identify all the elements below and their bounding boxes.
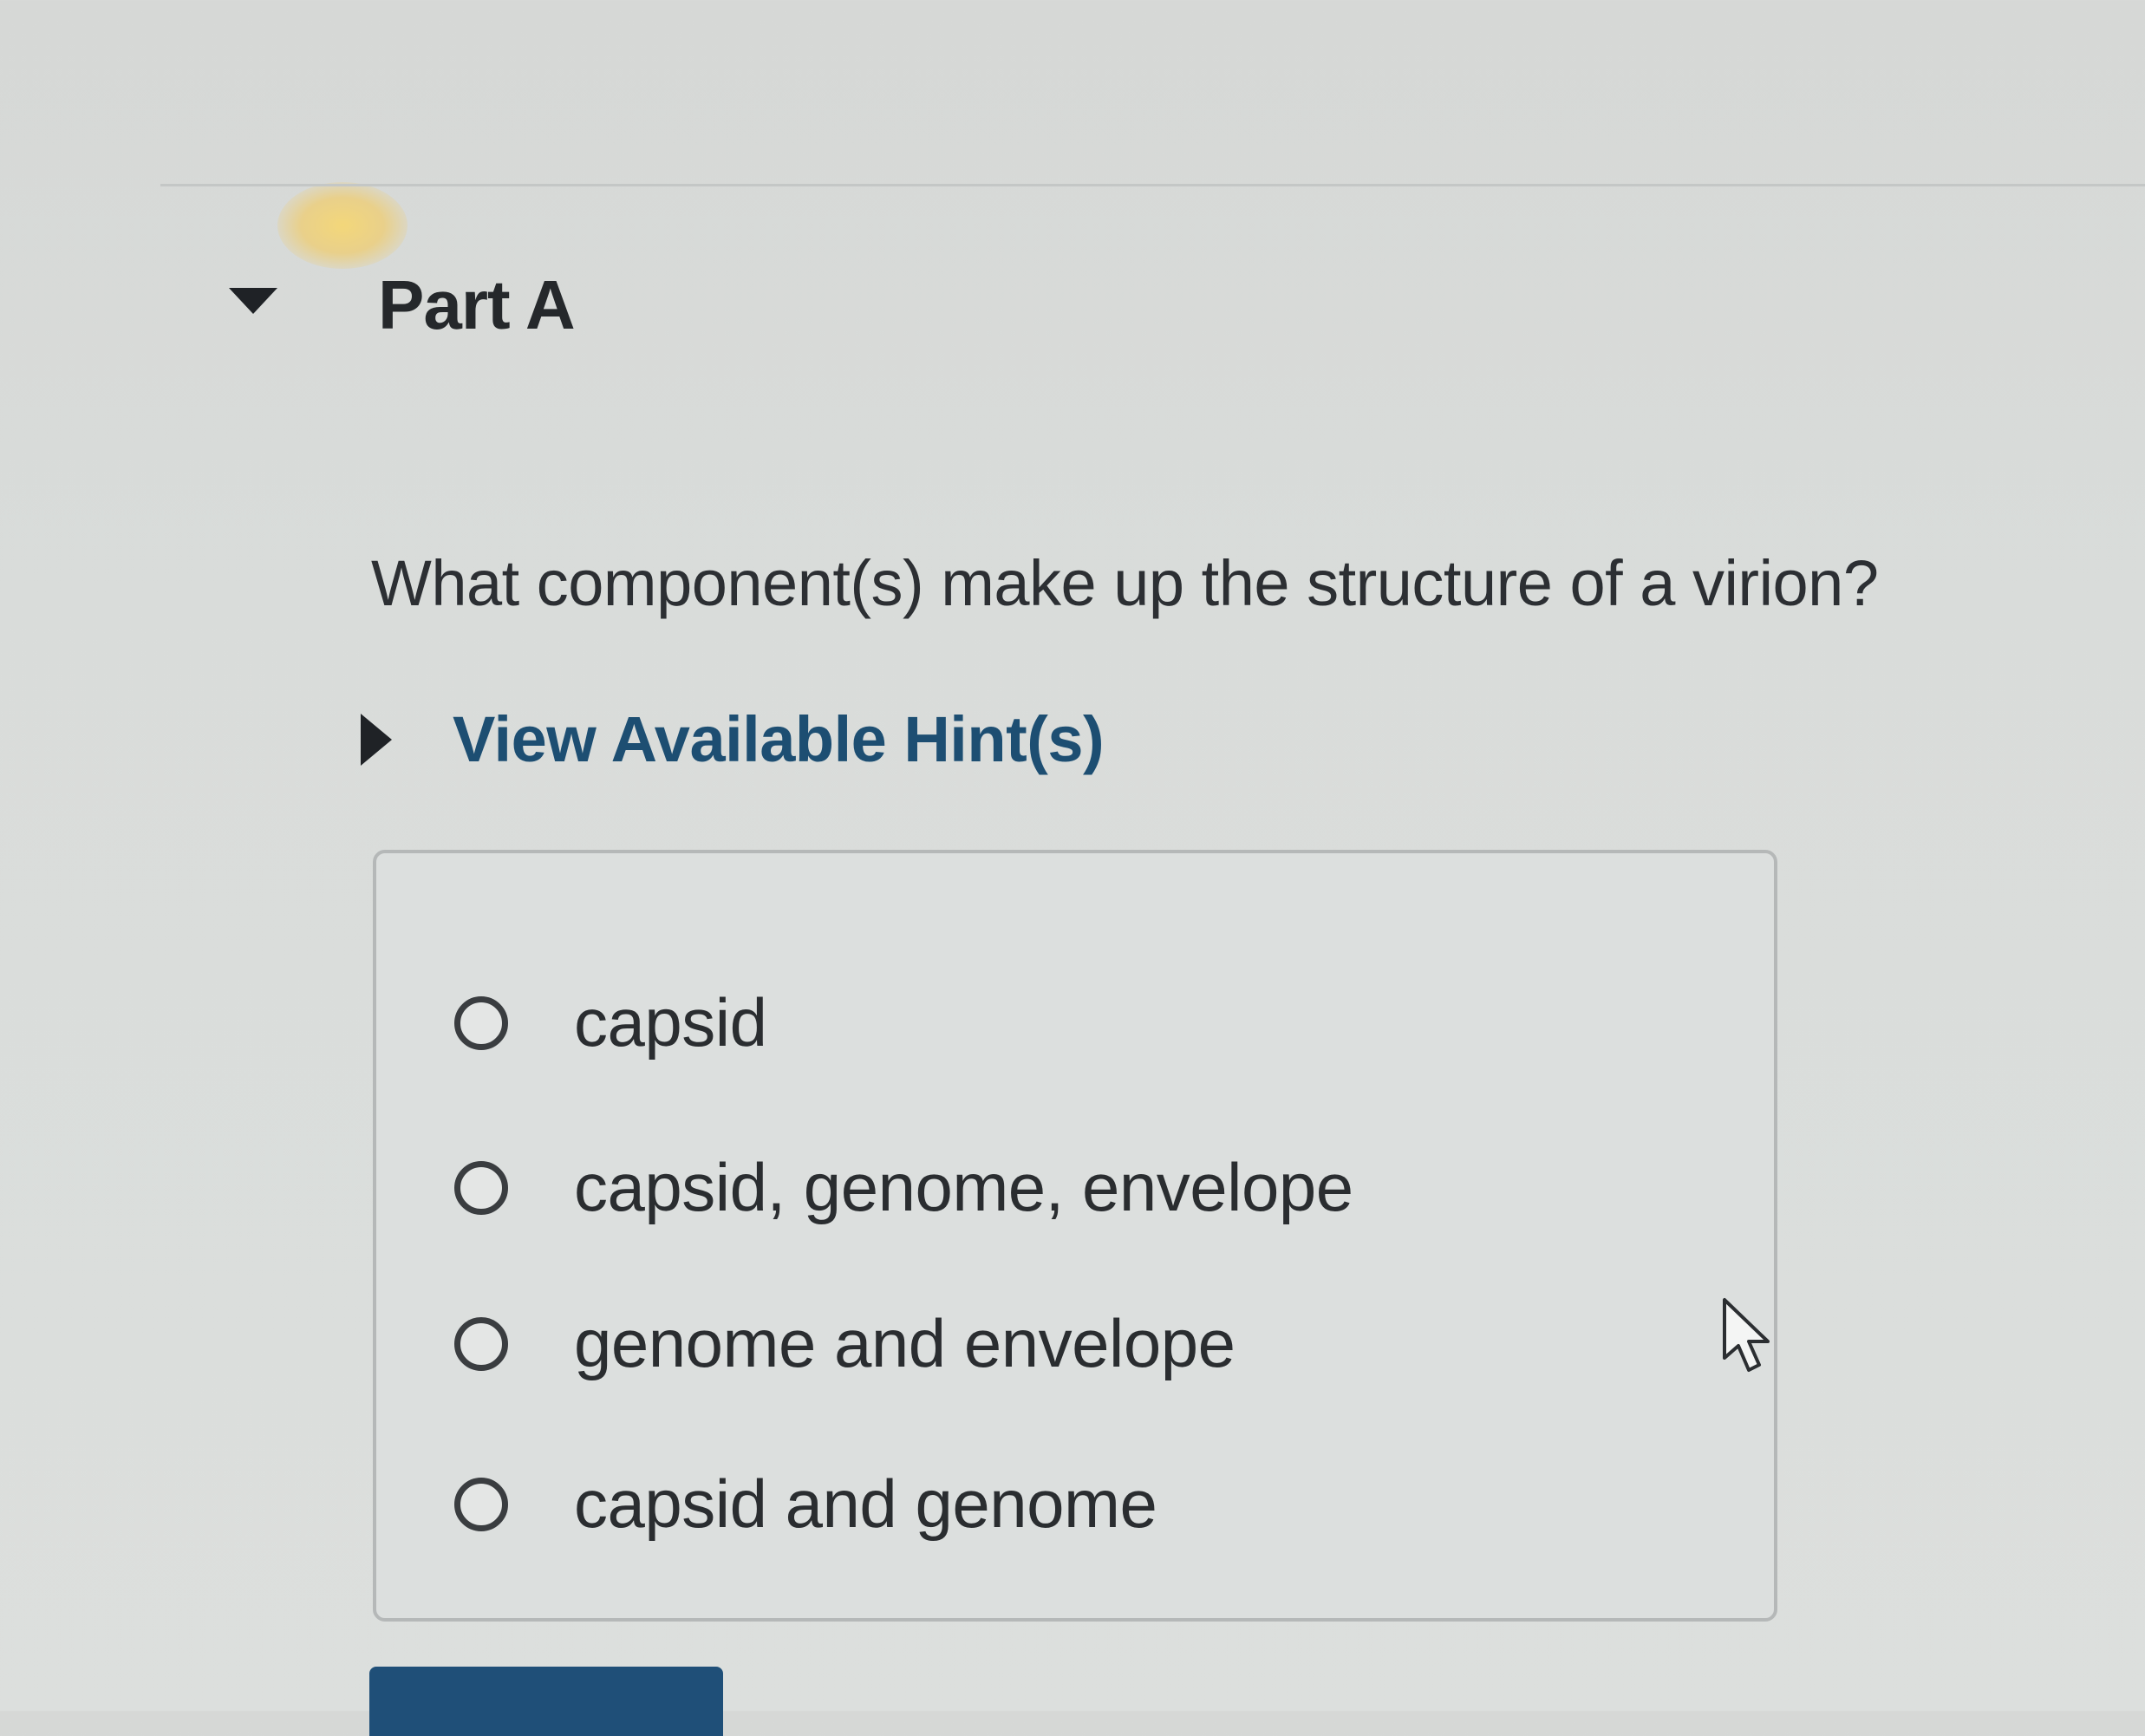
option-label: capsid [574,984,767,1061]
radio-button[interactable] [454,995,508,1050]
mouse-pointer-icon [1723,1298,1770,1372]
answer-option-capsid-and-genome[interactable]: capsid and genome [454,1465,1157,1543]
answer-option-capsid[interactable]: capsid [454,983,767,1062]
radio-button[interactable] [454,1477,508,1531]
question-text: What component(s) make up the structure … [371,547,1879,619]
light-glare [277,182,407,269]
caret-right-icon [361,713,392,766]
radio-button[interactable] [454,1160,508,1215]
view-hints-toggle[interactable]: View Available Hint(s) [361,702,1105,776]
view-hints-link[interactable]: View Available Hint(s) [453,702,1105,776]
submit-button[interactable] [369,1667,723,1736]
answer-options-box: capsid capsid, genome, envelope genome a… [373,850,1777,1622]
answer-option-capsid-genome-envelope[interactable]: capsid, genome, envelope [454,1148,1353,1227]
section-divider [160,184,2145,186]
answer-option-genome-and-envelope[interactable]: genome and envelope [454,1304,1235,1383]
option-label: genome and envelope [574,1305,1235,1381]
radio-button[interactable] [454,1316,508,1371]
caret-down-icon[interactable] [229,288,277,314]
part-title[interactable]: Part A [378,265,576,345]
option-label: capsid and genome [574,1465,1157,1542]
option-label: capsid, genome, envelope [574,1149,1353,1225]
